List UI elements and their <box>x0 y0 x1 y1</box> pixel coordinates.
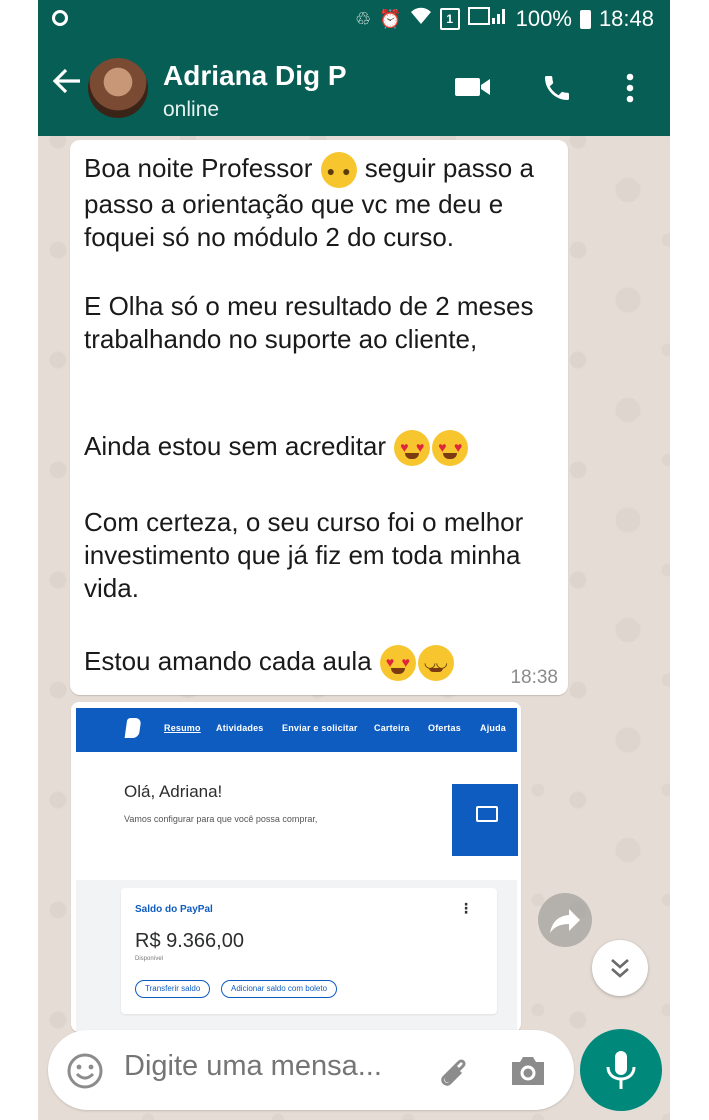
paypal-tab-carteira: Carteira <box>374 723 410 733</box>
pleading-face-emoji: ● ● <box>320 152 357 189</box>
message-input[interactable] <box>124 1050 424 1083</box>
wifi-icon <box>410 6 432 32</box>
smiling-face-with-hearts-emoji: ◡ ◡ <box>417 645 454 682</box>
scroll-to-bottom-button[interactable] <box>592 940 648 996</box>
message-paragraph: E Olha só o meu resultado de 2 meses tra… <box>84 291 534 354</box>
paypal-tab-ofertas: Ofertas <box>428 723 461 733</box>
paypal-balance-title: Saldo do PayPal <box>135 904 213 915</box>
more-vert-icon: ⋮ <box>459 900 473 916</box>
paypal-balance-value: R$ 9.366,00 <box>135 930 244 952</box>
paypal-transfer-button: Transferir saldo <box>135 980 211 998</box>
message-timestamp: 18:38 <box>510 667 558 688</box>
mic-button[interactable] <box>580 1029 662 1111</box>
message-text: Boa noite Professor <box>84 153 320 183</box>
whatsapp-notification-icon <box>50 8 70 34</box>
image-message[interactable]: Resumo Atividades Enviar e solicitar Car… <box>71 702 521 1032</box>
whatsapp-screen: ♲ ⏰ 1 100% 18:48 Adriana Dig P online Bo… <box>38 0 670 1120</box>
message-text: Ainda estou sem acreditar <box>84 431 387 461</box>
paypal-greeting: Olá, Adriana! <box>124 782 223 801</box>
camera-icon[interactable] <box>508 1054 548 1093</box>
mic-icon <box>606 1051 636 1089</box>
battery-percent: 100% <box>515 6 572 31</box>
paypal-tab-resumo: Resumo <box>164 723 201 733</box>
heart-eyes-emoji: ♥ ♥ <box>379 645 416 682</box>
avatar[interactable] <box>88 58 148 118</box>
paypal-balance-card: Saldo do PayPal ⋮ R$ 9.366,00 Disponível… <box>121 888 497 1014</box>
forward-icon <box>550 909 580 933</box>
forward-button[interactable] <box>538 893 592 947</box>
clock: 18:48 <box>598 6 654 31</box>
message-paragraph: Ainda estou sem acreditar ♥ ♥ ♥ ♥ <box>84 430 564 467</box>
paypal-available-label: Disponível <box>135 956 164 962</box>
message-paragraph: Boa noite Professor ● ● seguir passo a pa… <box>84 152 564 254</box>
battery-icon <box>579 9 591 29</box>
attach-icon[interactable] <box>433 1050 473 1095</box>
back-arrow-icon[interactable] <box>52 68 82 102</box>
phone-call-icon[interactable] <box>541 72 573 109</box>
paypal-add-balance-button: Adicionar saldo com boleto <box>221 980 338 998</box>
heart-eyes-emoji: ♥ ♥ <box>432 430 469 467</box>
double-chevron-down-icon <box>611 959 629 978</box>
message-text: Estou amando cada aula <box>84 646 372 676</box>
message-bubble[interactable]: Boa noite Professor ● ● seguir passo a pa… <box>70 140 568 695</box>
paypal-logo-icon <box>124 718 142 738</box>
paypal-tab-enviar: Enviar e solicitar <box>282 723 358 733</box>
video-call-icon[interactable] <box>454 74 492 105</box>
paypal-welcome-card: Olá, Adriana! Vamos configurar para que … <box>76 752 518 881</box>
sim-icon: 1 <box>439 8 460 30</box>
contact-status: online <box>163 98 220 121</box>
paypal-tab-atividades: Atividades <box>216 723 264 733</box>
chat-header: Adriana Dig P online <box>38 38 670 136</box>
contact-name[interactable]: Adriana Dig P <box>163 60 347 92</box>
card-icon <box>452 784 518 856</box>
alarm-icon: ⏰ <box>379 8 402 29</box>
more-vert-icon[interactable] <box>625 72 635 109</box>
status-bar: ♲ ⏰ 1 100% 18:48 <box>38 0 670 38</box>
paypal-navbar: Resumo Atividades Enviar e solicitar Car… <box>76 708 517 752</box>
paypal-subtitle: Vamos configurar para que você possa com… <box>124 814 318 824</box>
message-paragraph: Estou amando cada aula ♥ ♥ ◡ ◡ <box>84 645 564 682</box>
paypal-tab-ajuda: Ajuda <box>480 723 507 733</box>
message-input-bar <box>48 1030 574 1110</box>
emoji-icon[interactable] <box>66 1052 104 1095</box>
heart-eyes-emoji: ♥ ♥ <box>394 430 431 467</box>
clean-icon: ♲ <box>355 8 372 29</box>
signal-icon <box>467 6 508 32</box>
message-paragraph: Com certeza, o seu curso foi o melhor in… <box>84 507 524 603</box>
